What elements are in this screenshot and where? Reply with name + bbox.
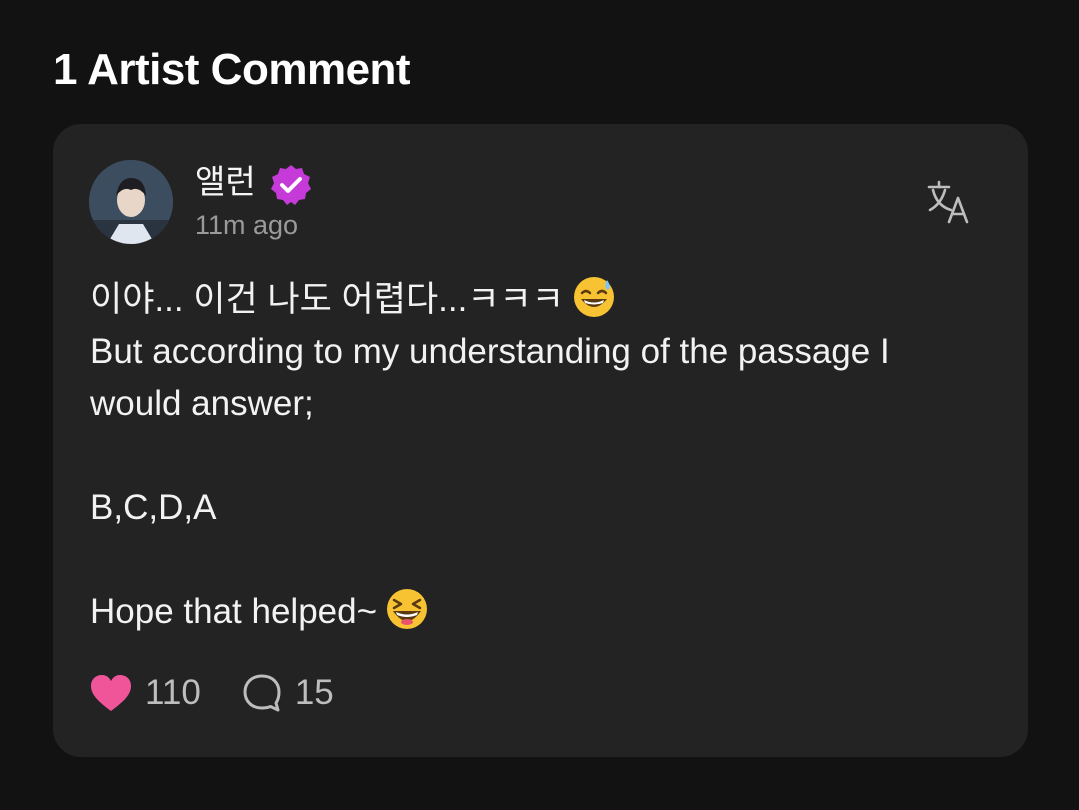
- like-button[interactable]: 110: [89, 673, 201, 713]
- reply-button[interactable]: 15: [241, 672, 334, 714]
- comment-bubble-icon: [243, 674, 281, 712]
- artist-comment-card: 앨런 11m ago 이야... 이건 나도 어렵다...ㅋㅋㅋ But acc…: [53, 124, 1028, 757]
- section-title: 1 Artist Comment: [53, 45, 411, 94]
- like-count: 110: [145, 673, 201, 712]
- comment-actions: 110 15: [89, 669, 334, 717]
- avatar-image: [89, 160, 173, 244]
- heart-icon: [91, 675, 131, 711]
- comment-line: B,C,D,A: [90, 488, 217, 527]
- comment-body: 이야... 이건 나도 어렵다...ㅋㅋㅋ But according to m…: [90, 274, 990, 638]
- comment-line: 이야... 이건 나도 어렵다...ㅋㅋㅋ: [90, 274, 990, 326]
- comment-line: Hope that helped~: [90, 586, 990, 638]
- author-name[interactable]: 앨런: [195, 160, 256, 204]
- translate-icon[interactable]: [925, 178, 973, 226]
- reply-count: 15: [294, 673, 334, 712]
- timestamp: 11m ago: [195, 210, 299, 240]
- verified-badge-icon: [271, 165, 311, 205]
- sweat-smile-emoji-icon: [573, 277, 614, 317]
- avatar[interactable]: [89, 160, 173, 244]
- laughing-emoji-icon: [387, 589, 428, 629]
- comment-line: But according to my understanding of the…: [90, 332, 900, 423]
